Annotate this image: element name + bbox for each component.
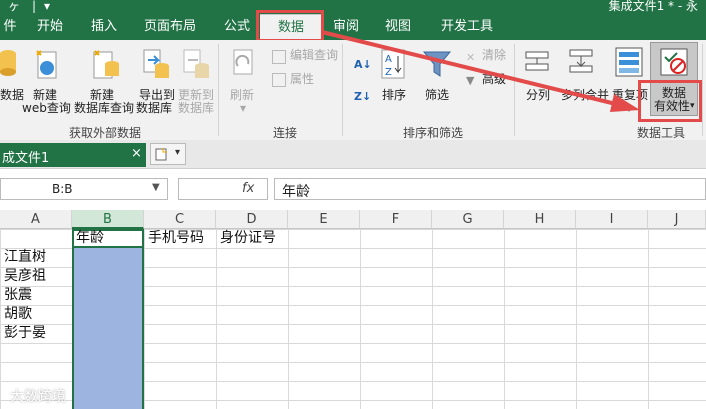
cell-a5[interactable]: 胡歌 — [4, 305, 32, 323]
selection-border-left — [72, 229, 74, 409]
name-box-value: B:B — [52, 182, 73, 196]
watermark-text: 大数跨境 — [10, 389, 66, 405]
cell-a4[interactable]: 张震 — [4, 286, 32, 304]
cell-a2[interactable]: 江直树 — [4, 248, 46, 266]
column-header-i[interactable]: I — [576, 210, 648, 229]
formula-input-value: 年龄 — [282, 184, 310, 200]
cell-a3[interactable]: 吴彦祖 — [4, 267, 46, 285]
column-header-d[interactable]: D — [216, 210, 288, 229]
cell-a6[interactable]: 彭于晏 — [4, 324, 46, 342]
name-box-dropdown[interactable]: ▼ — [152, 182, 160, 193]
column-header-f[interactable]: F — [360, 210, 432, 229]
column-header-h[interactable]: H — [504, 210, 576, 229]
new-workbook-dropdown-icon: ▾ — [175, 147, 181, 158]
column-header-a[interactable]: A — [0, 210, 72, 229]
column-b-selection — [72, 229, 144, 409]
new-workbook-button[interactable]: ▾ — [150, 143, 186, 165]
cell-d1[interactable]: 身份证号 — [220, 229, 276, 247]
column-header-e[interactable]: E — [288, 210, 360, 229]
new-file-icon — [155, 148, 167, 161]
annotation-arrow — [321, 30, 640, 112]
column-header-b[interactable]: B — [72, 210, 144, 229]
name-box[interactable] — [0, 178, 168, 200]
column-header-g[interactable]: G — [432, 210, 504, 229]
cell-c1[interactable]: 手机号码 — [148, 229, 204, 247]
insert-function-button[interactable]: fx — [242, 181, 254, 196]
selection-border-right — [142, 229, 144, 409]
column-header-j[interactable]: J — [648, 210, 706, 229]
formula-input[interactable] — [274, 178, 706, 200]
column-header-c[interactable]: C — [144, 210, 216, 229]
workbook-tab-name: 成文件1 — [2, 151, 50, 166]
cell-b1[interactable]: 年龄 — [76, 229, 104, 247]
fx-area — [178, 178, 268, 200]
workbook-close-button[interactable]: × — [131, 146, 142, 161]
